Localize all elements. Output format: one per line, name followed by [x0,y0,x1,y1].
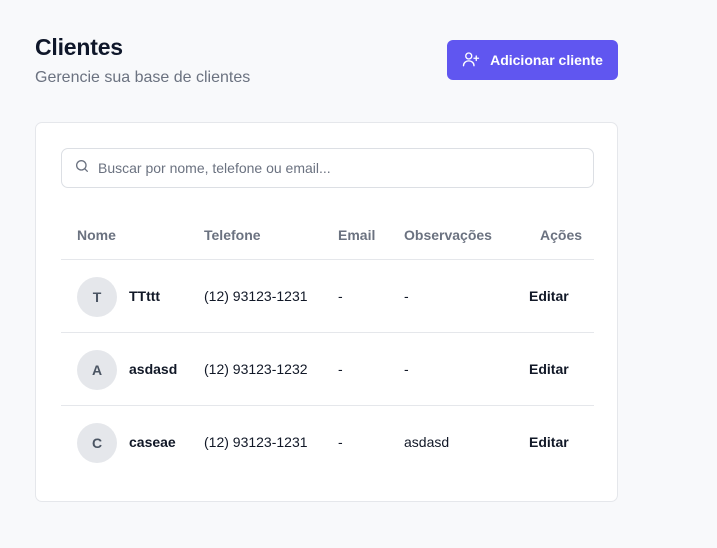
client-name: asdasd [129,361,178,377]
column-header-name: Nome [77,227,116,243]
table-header: Nome Telefone Email Observações Ações [61,214,594,260]
page-subtitle: Gerencie sua base de clientes [35,69,251,86]
edit-button[interactable]: Editar [529,361,569,377]
column-header-actions: Ações [540,227,583,243]
search-box[interactable] [61,148,594,188]
column-header-phone: Telefone [204,227,261,243]
table-row: C caseae (12) 93123-1231 - asdasd Editar [61,406,594,479]
add-client-button[interactable]: Adicionar cliente [447,40,618,80]
avatar: T [77,277,117,317]
client-name: caseae [129,434,176,450]
clients-card: Nome Telefone Email Observações Ações T … [35,122,618,502]
client-name: TTttt [129,288,161,304]
client-phone: (12) 93123-1231 [204,434,308,450]
avatar: C [77,423,117,463]
edit-button[interactable]: Editar [529,434,569,450]
client-phone: (12) 93123-1231 [204,288,308,304]
search-icon [74,158,98,179]
add-client-label: Adicionar cliente [490,52,603,68]
search-input[interactable] [98,160,578,176]
client-notes: - [404,288,409,304]
client-phone: (12) 93123-1232 [204,361,308,377]
user-plus-icon [462,50,480,71]
client-email: - [338,361,343,377]
column-header-notes: Observações [404,227,492,243]
client-email: - [338,434,343,450]
table-row: T TTttt (12) 93123-1231 - - Editar [61,260,594,333]
client-notes: asdasd [404,434,450,450]
client-notes: - [404,361,409,377]
client-email: - [338,288,343,304]
page-title: Clientes [35,34,123,60]
avatar: A [77,350,117,390]
column-header-email: Email [338,227,376,243]
edit-button[interactable]: Editar [529,288,569,304]
table-row: A asdasd (12) 93123-1232 - - Editar [61,333,594,406]
clients-page: Clientes Gerencie sua base de clientes A… [0,0,717,548]
